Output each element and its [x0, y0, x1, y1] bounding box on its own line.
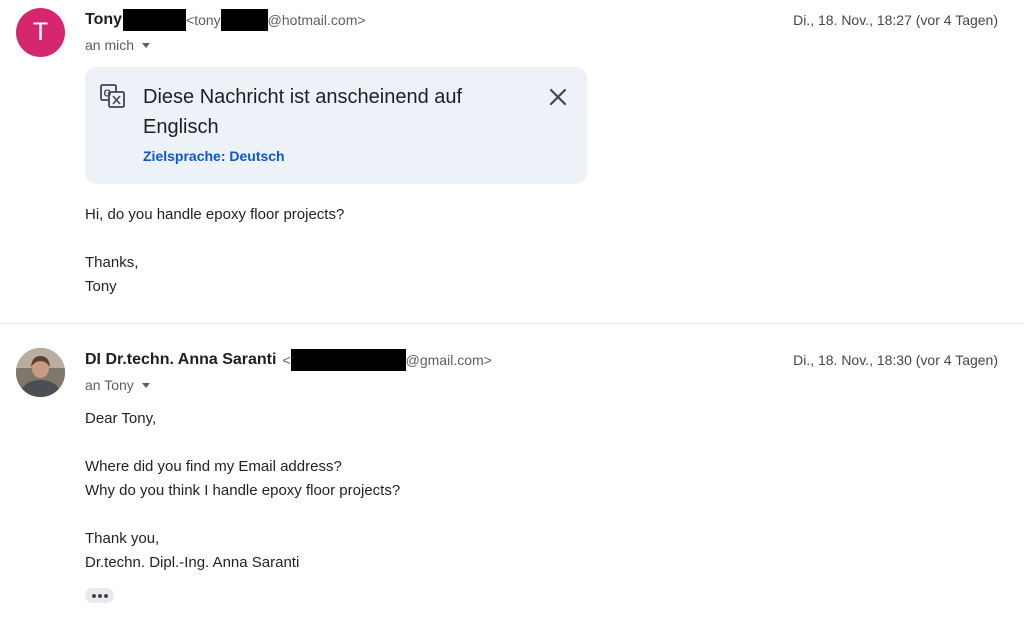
body-line: Hi, do you handle epoxy floor projects? [85, 206, 345, 223]
target-language-link[interactable]: Zielsprache: Deutsch [143, 148, 285, 164]
sender-name[interactable]: DI Dr.techn. Anna Saranti [85, 350, 276, 370]
body-line: Dr.techn. Dipl.-Ing. Anna Saranti [85, 554, 300, 571]
body-line: Thanks, [85, 254, 139, 271]
caret-down-icon [142, 42, 151, 48]
recipient-details-toggle[interactable]: an mich [85, 35, 151, 55]
body-line: Dear Tony, [85, 410, 157, 427]
redacted-block [123, 9, 187, 31]
redacted-block [220, 9, 268, 31]
body-line: Thank you, [85, 530, 160, 547]
recipient-label: an Tony [85, 377, 134, 393]
show-trimmed-content-button[interactable] [85, 588, 114, 603]
timestamp[interactable]: Di., 18. Nov., 18:27 (vor 4 Tagen) [793, 10, 998, 30]
avatar-anna[interactable] [16, 348, 65, 397]
translate-icon: G [100, 84, 125, 108]
body-line-empty [85, 227, 344, 251]
body-line: Why do you think I handle epoxy floor pr… [85, 482, 401, 499]
translation-banner: G Diese Nachricht ist anscheinend auf En… [85, 67, 587, 184]
caret-down-icon [141, 382, 150, 388]
sender-email-prefix: < [282, 352, 291, 368]
profile-photo [16, 348, 65, 397]
redacted-block [290, 349, 406, 371]
svg-text:G: G [104, 89, 112, 100]
message-header: Tony <tony @hotmail.com> Di., 18. Nov., … [85, 8, 998, 32]
close-icon[interactable] [545, 84, 571, 110]
body-line-empty [85, 431, 400, 455]
sender-email-suffix: @gmail.com> [405, 352, 492, 368]
timestamp[interactable]: Di., 18. Nov., 18:30 (vor 4 Tagen) [793, 350, 998, 370]
message-body: Hi, do you handle epoxy floor projects? … [85, 203, 344, 299]
body-line: Tony [85, 278, 117, 295]
body-line: Where did you find my Email address? [85, 458, 342, 475]
message-anna: DI Dr.techn. Anna Saranti < @gmail.com> … [0, 324, 1024, 619]
message-body: Dear Tony, Where did you find my Email a… [85, 407, 400, 575]
translation-message: Diese Nachricht ist anscheinend auf Engl… [143, 86, 463, 138]
recipient-label: an mich [85, 37, 135, 53]
sender-email-suffix: @hotmail.com> [267, 12, 366, 28]
message-header: DI Dr.techn. Anna Saranti < @gmail.com> … [85, 348, 998, 372]
email-thread: T Tony <tony @hotmail.com> Di., 18. Nov.… [0, 0, 1024, 619]
body-line-empty [85, 503, 400, 527]
recipient-details-toggle[interactable]: an Tony [85, 375, 150, 395]
more-horizontal-icon [97, 593, 102, 598]
more-horizontal-icon [91, 593, 96, 598]
message-tony: T Tony <tony @hotmail.com> Di., 18. Nov.… [0, 0, 1024, 323]
avatar-tony[interactable]: T [16, 8, 65, 57]
more-horizontal-icon [103, 593, 108, 598]
sender-name[interactable]: Tony [85, 10, 122, 30]
sender-email-prefix: <tony [186, 12, 221, 28]
